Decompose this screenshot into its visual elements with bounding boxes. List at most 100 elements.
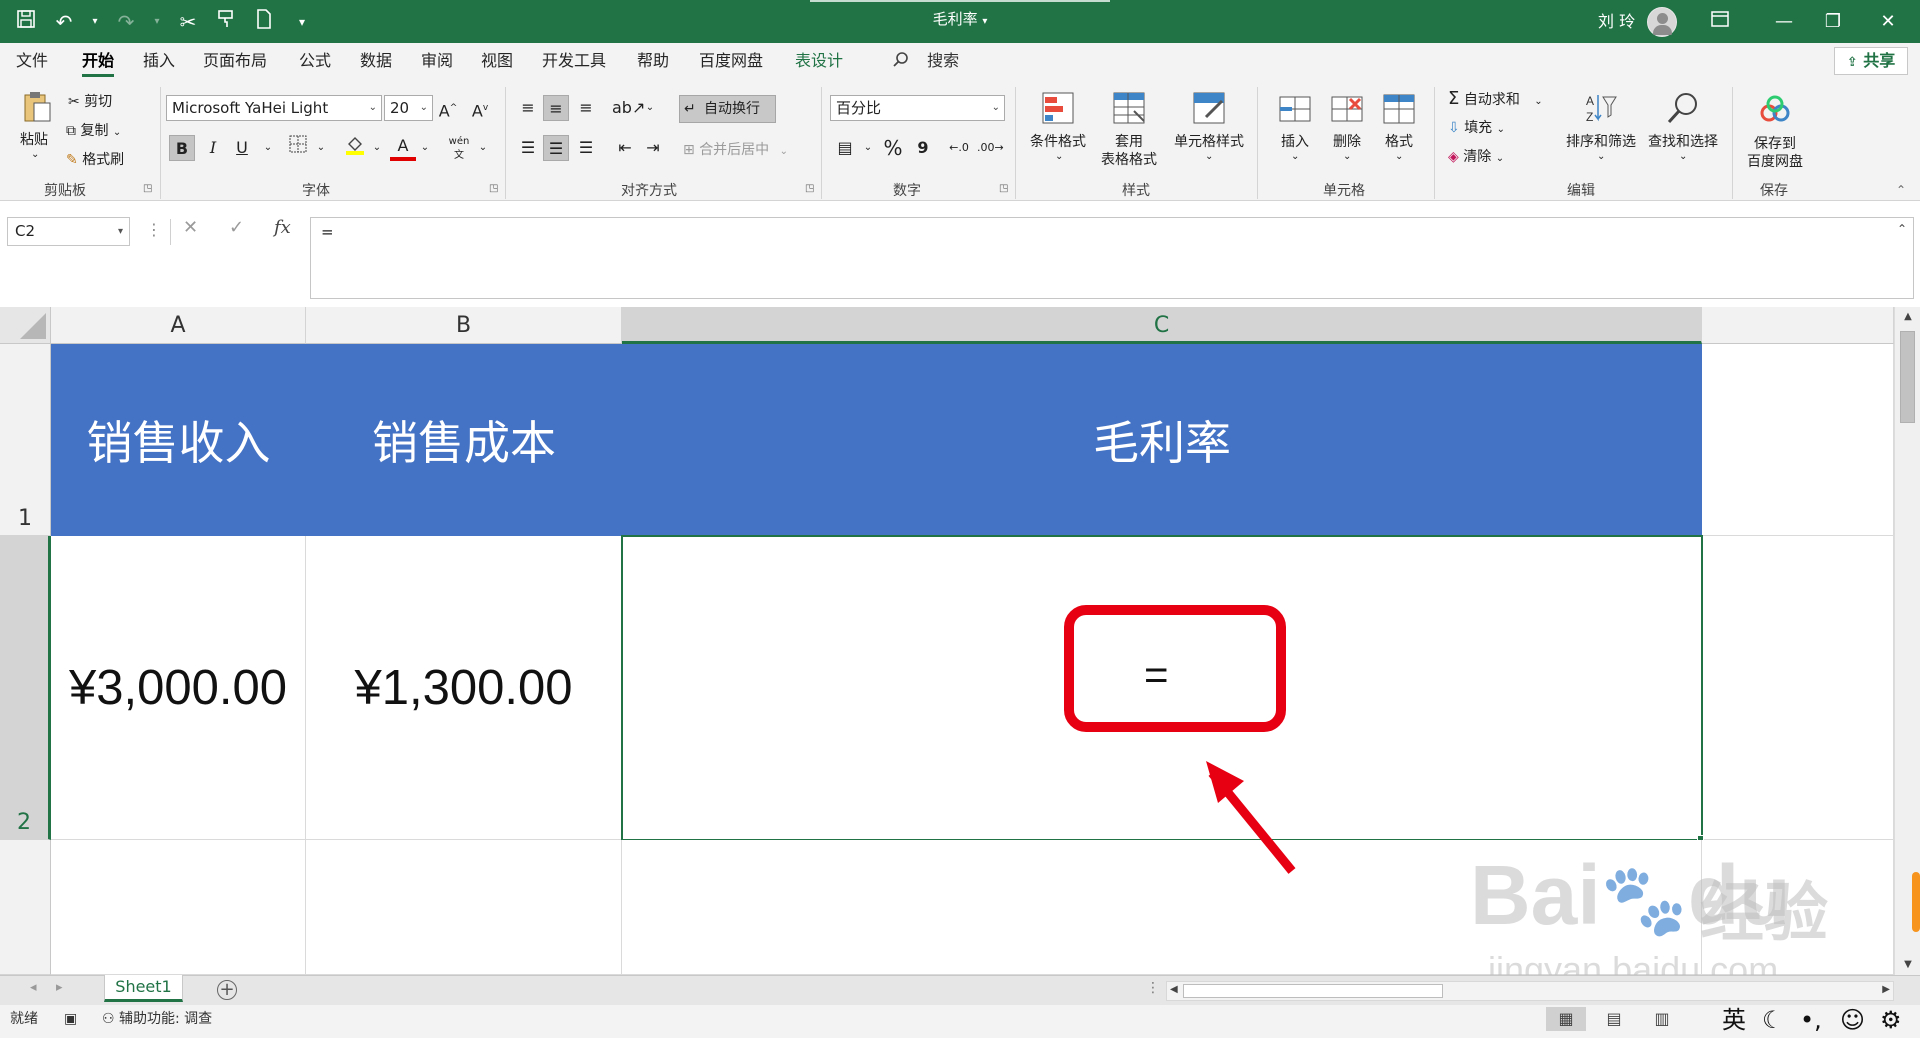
font-size-select[interactable]: 20 ⌄: [384, 95, 433, 121]
normal-view-icon[interactable]: ▦: [1546, 1007, 1586, 1031]
delete-cells-button[interactable]: 删除 ⌄: [1322, 91, 1372, 176]
copy-button[interactable]: ⧉ 复制 ⌄: [66, 120, 121, 140]
font-launcher-icon[interactable]: ◳: [489, 183, 498, 194]
add-sheet-button[interactable]: +: [217, 980, 237, 1000]
paste-button[interactable]: 粘贴 ⌄: [17, 89, 57, 169]
vertical-scrollbar[interactable]: ▲ ▼: [1894, 307, 1920, 975]
scroll-thumb[interactable]: [1900, 331, 1915, 423]
collapse-formula-bar-icon[interactable]: ⌃: [1897, 222, 1907, 236]
redo-dropdown-icon[interactable]: ▾: [152, 16, 162, 27]
comma-style-button[interactable]: 9: [910, 135, 936, 161]
fill-button[interactable]: ⇩ 填充 ⌄: [1448, 117, 1505, 137]
align-top-icon[interactable]: ≡: [515, 95, 541, 121]
column-header-d[interactable]: [1702, 307, 1894, 344]
undo-icon[interactable]: ↶: [52, 10, 76, 34]
autosum-button[interactable]: Σ 自动求和 ⌄: [1448, 88, 1543, 109]
name-box[interactable]: C2 ▾: [7, 217, 130, 246]
save-to-baidu-button[interactable]: 保存到 百度网盘: [1740, 91, 1810, 176]
document-title[interactable]: 毛利率 ▾: [910, 0, 1010, 43]
sheet-tab-sheet1[interactable]: Sheet1: [104, 975, 183, 1002]
tab-insert[interactable]: 插入: [143, 43, 175, 79]
align-bottom-icon[interactable]: ≡: [573, 95, 599, 121]
bold-button[interactable]: B: [169, 135, 195, 161]
collapse-ribbon-icon[interactable]: ⌃: [1896, 183, 1906, 197]
row-header-2[interactable]: 2: [0, 536, 51, 840]
accounting-dropdown-icon[interactable]: ⌄: [855, 135, 881, 161]
tab-formulas[interactable]: 公式: [299, 43, 331, 79]
percent-style-button[interactable]: %: [880, 135, 906, 161]
prev-sheet-icon[interactable]: ◂: [30, 980, 37, 995]
cell-styles-button[interactable]: 单元格样式 ⌄: [1168, 91, 1250, 176]
borders-dropdown-icon[interactable]: ⌄: [308, 135, 334, 161]
save-icon[interactable]: [14, 9, 38, 34]
ime-language[interactable]: 英: [1722, 1005, 1746, 1038]
align-middle-icon[interactable]: ≡: [543, 95, 569, 121]
scroll-down-icon[interactable]: ▼: [1895, 959, 1920, 970]
align-center-icon[interactable]: ☰: [543, 135, 569, 161]
orientation-icon[interactable]: ab↗: [612, 95, 645, 121]
tab-baidu-netdisk[interactable]: 百度网盘: [699, 43, 763, 79]
increase-indent-icon[interactable]: ⇥: [640, 135, 666, 161]
cell-d1[interactable]: [1702, 344, 1894, 536]
cell-a1[interactable]: 销售收入: [51, 344, 306, 536]
phonetic-dropdown-icon[interactable]: ⌄: [470, 135, 496, 161]
cell-b3[interactable]: [306, 840, 622, 975]
alignment-launcher-icon[interactable]: ◳: [805, 183, 814, 194]
decrease-decimal-icon[interactable]: .00→: [977, 135, 1004, 161]
formula-input[interactable]: = ⌃: [310, 217, 1914, 299]
accessibility-status[interactable]: ⚇ 辅助功能: 调查: [102, 1005, 212, 1033]
clipboard-launcher-icon[interactable]: ◳: [143, 183, 152, 194]
tab-page-layout[interactable]: 页面布局: [203, 43, 267, 79]
increase-font-icon[interactable]: A^: [435, 95, 461, 121]
tab-developer[interactable]: 开发工具: [542, 43, 606, 79]
undo-dropdown-icon[interactable]: ▾: [90, 16, 100, 27]
column-header-a[interactable]: A: [51, 307, 306, 344]
restore-button[interactable]: ❐: [1810, 0, 1856, 43]
cell-a2[interactable]: ¥3,000.00: [51, 536, 306, 840]
punctuation-icon[interactable]: •,: [1800, 1005, 1822, 1038]
orientation-dropdown-icon[interactable]: ⌄: [637, 95, 663, 121]
align-left-icon[interactable]: ☰: [515, 135, 541, 161]
scroll-right-icon[interactable]: ▶: [1882, 984, 1890, 995]
tab-review[interactable]: 审阅: [421, 43, 453, 79]
user-name[interactable]: 刘 玲: [1598, 0, 1635, 43]
moon-icon[interactable]: ☾: [1762, 1005, 1784, 1038]
tab-file[interactable]: 文件: [16, 43, 48, 79]
search-box[interactable]: 搜索: [892, 43, 959, 79]
font-name-select[interactable]: Microsoft YaHei Light ⌄: [166, 95, 382, 121]
underline-dropdown-icon[interactable]: ⌄: [255, 135, 281, 161]
settings-icon[interactable]: ⚙: [1880, 1005, 1902, 1038]
tab-data[interactable]: 数据: [360, 43, 392, 79]
cell-b2[interactable]: ¥1,300.00: [306, 536, 622, 840]
wrap-text-button[interactable]: ↵ 自动换行: [679, 95, 776, 123]
cut-icon[interactable]: ✂: [176, 10, 200, 34]
font-color-dropdown-icon[interactable]: ⌄: [412, 135, 438, 161]
tab-split-grip-icon[interactable]: ⋮: [1146, 980, 1160, 996]
cell-c1[interactable]: 毛利率: [622, 344, 1702, 536]
cell-a3[interactable]: [51, 840, 306, 975]
column-header-b[interactable]: B: [306, 307, 622, 344]
fill-color-dropdown-icon[interactable]: ⌄: [364, 135, 390, 161]
tab-help[interactable]: 帮助: [637, 43, 669, 79]
ribbon-display-icon[interactable]: [1697, 0, 1743, 43]
scroll-up-icon[interactable]: ▲: [1895, 311, 1920, 322]
number-launcher-icon[interactable]: ◳: [999, 183, 1008, 194]
phonetic-guide-icon[interactable]: wén 文: [446, 135, 472, 161]
next-sheet-icon[interactable]: ▸: [56, 980, 63, 995]
column-header-c[interactable]: C: [622, 307, 1702, 344]
enter-entry-icon[interactable]: ✓: [229, 217, 244, 238]
tab-home[interactable]: 开始: [82, 43, 115, 79]
format-painter-icon[interactable]: [214, 9, 238, 34]
align-right-icon[interactable]: ☰: [573, 135, 599, 161]
scroll-left-icon[interactable]: ◀: [1170, 984, 1178, 995]
formula-bar-grip-icon[interactable]: ⋮: [146, 220, 162, 239]
conditional-formatting-button[interactable]: 条件格式 ⌄: [1025, 91, 1091, 176]
clear-button[interactable]: ◈ 清除 ⌄: [1448, 146, 1504, 166]
cut-button[interactable]: ✂ 剪切: [68, 91, 112, 111]
customize-qat-icon[interactable]: ▾: [290, 15, 314, 29]
page-break-view-icon[interactable]: ▥: [1642, 1007, 1682, 1031]
page-layout-view-icon[interactable]: ▤: [1594, 1007, 1634, 1031]
new-file-icon[interactable]: [252, 9, 276, 34]
find-select-button[interactable]: 查找和选择 ⌄: [1642, 91, 1724, 176]
sort-filter-button[interactable]: AZ 排序和筛选 ⌄: [1562, 91, 1640, 176]
